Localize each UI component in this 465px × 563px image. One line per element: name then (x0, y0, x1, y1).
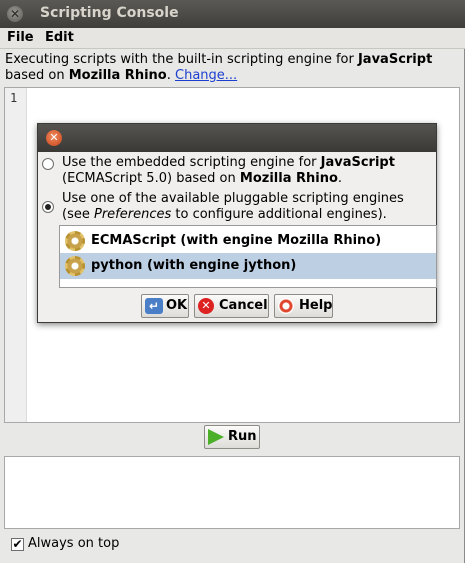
title-bar: ✕ Scripting Console (0, 0, 465, 28)
line-number-gutter: 1 (5, 88, 27, 422)
help-button-label: Help (299, 298, 333, 313)
pluggable-engine-label: Use one of the available pluggable scrip… (62, 191, 407, 223)
cancel-button-label: Cancel (219, 298, 268, 313)
run-bar: Run (0, 424, 465, 454)
change-engine-link[interactable]: Change... (175, 68, 237, 83)
opt1-suffix: . (337, 171, 343, 186)
output-area[interactable] (4, 456, 460, 529)
menu-bar: File Edit (0, 28, 465, 49)
opt1-impl: Mozilla Rhino (239, 171, 338, 186)
always-on-top-checkbox[interactable]: ✔ (11, 538, 24, 551)
engine-item-label: python (with engine jython) (91, 258, 297, 273)
opt2-suffix: to configure additional engines). (171, 207, 387, 222)
window-close-icon[interactable]: ✕ (7, 6, 23, 22)
scripting-console-window: ✕ Scripting Console File Edit Executing … (0, 0, 465, 563)
info-prefix: Executing scripts with the built-in scri… (5, 52, 358, 67)
dialog-title-bar: ✕ (38, 124, 436, 152)
cancel-button[interactable]: ✕ Cancel (194, 294, 269, 318)
ok-icon: ↵ (145, 298, 163, 314)
run-button-label: Run (228, 429, 257, 444)
opt2-pref: Preferences (93, 207, 172, 222)
engine-item-python[interactable]: python (with engine jython) (60, 253, 436, 279)
cancel-icon: ✕ (198, 298, 214, 314)
dialog-close-icon[interactable]: ✕ (46, 130, 62, 146)
always-on-top-label: Always on top (28, 536, 120, 551)
ok-button[interactable]: ↵ OK (141, 294, 189, 318)
window-title: Scripting Console (40, 5, 179, 21)
opt1-prefix: Use the embedded scripting engine for (62, 155, 321, 170)
run-button[interactable]: Run (204, 425, 260, 449)
pluggable-engine-radio[interactable] (42, 201, 54, 213)
engine-item-label: ECMAScript (with engine Mozilla Rhino) (91, 233, 382, 248)
line-number: 1 (10, 91, 18, 105)
info-mid: based on (5, 68, 69, 83)
help-icon (278, 298, 294, 314)
ok-button-label: OK (166, 298, 188, 313)
engine-list: ECMAScript (with engine Mozilla Rhino) p… (59, 225, 437, 288)
gear-icon (65, 231, 85, 251)
play-icon (208, 429, 224, 445)
embedded-engine-label: Use the embedded scripting engine for Ja… (62, 155, 407, 187)
menu-file[interactable]: File (7, 30, 34, 45)
opt1-mid: (ECMAScript 5.0) based on (62, 171, 240, 186)
info-impl: Mozilla Rhino (68, 68, 167, 83)
menu-edit[interactable]: Edit (45, 30, 74, 45)
opt1-engine: JavaScript (320, 155, 395, 170)
bottom-bar: ✔ Always on top (0, 531, 465, 563)
info-suffix: . (166, 68, 171, 83)
engine-selection-dialog: ✕ Use the embedded scripting engine for … (37, 123, 437, 323)
engine-info-text: Executing scripts with the built-in scri… (5, 52, 460, 84)
gear-icon (65, 256, 85, 276)
info-engine: JavaScript (357, 52, 433, 67)
engine-item-ecmascript[interactable]: ECMAScript (with engine Mozilla Rhino) (60, 228, 436, 254)
embedded-engine-radio[interactable] (42, 158, 54, 170)
help-button[interactable]: Help (274, 294, 333, 318)
